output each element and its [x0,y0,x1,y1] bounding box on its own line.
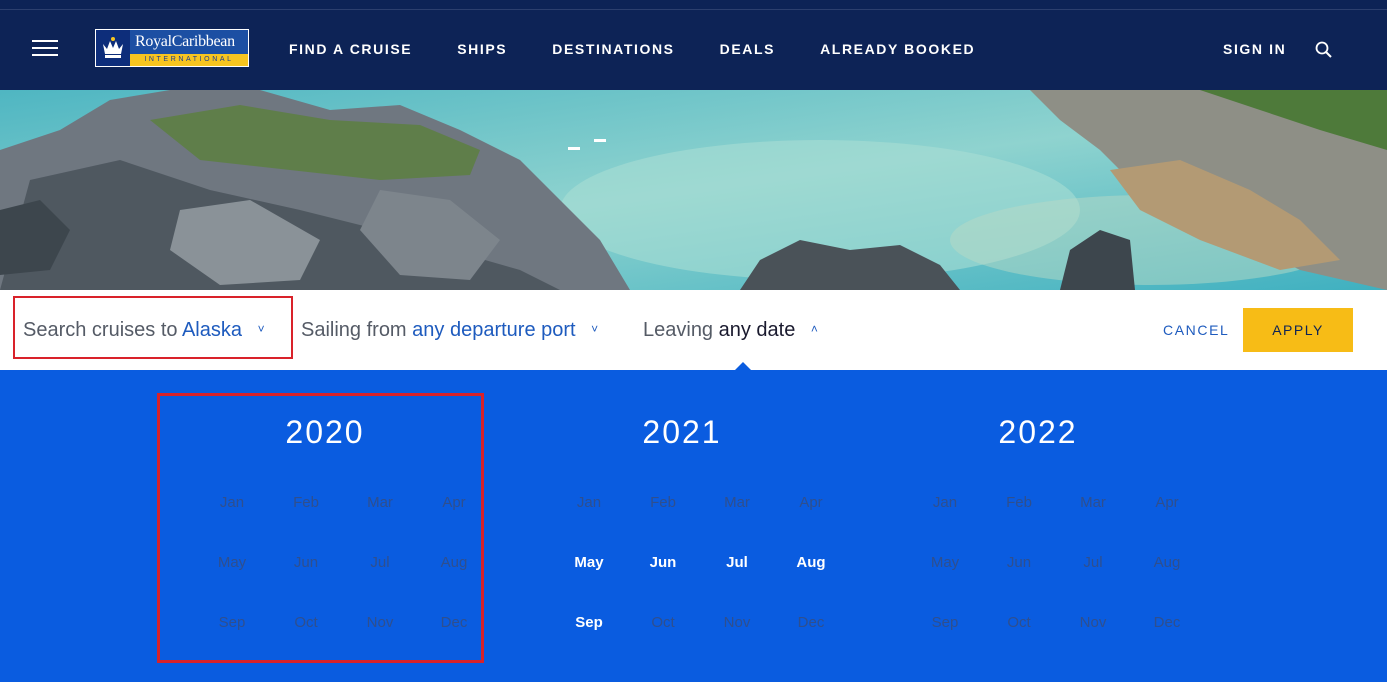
month-oct: Oct [1007,614,1031,631]
month-picker-panel: 2020 Jan Feb Mar Apr May Jun Jul Aug Sep Oct Nov De… [0,370,1387,682]
month-oct: Oct [651,614,675,631]
month-may: May [930,554,960,571]
crown-anchor-icon [96,30,130,66]
month-sep: Sep [931,614,959,631]
chevron-down-icon: ˅ [257,322,265,336]
month-sep[interactable]: Sep [552,612,626,634]
nav-deals[interactable]: DEALS [720,40,775,58]
month-jun[interactable]: Jun [626,552,700,574]
nav-find-a-cruise[interactable]: FIND A CRUISE [289,40,412,58]
month-jun: Jun [1006,554,1032,571]
cruise-search-filter-bar: Search cruises to Alaska ˅ Sailing from … [0,290,1387,370]
month-mar: Mar [1080,494,1106,511]
hamburger-menu-icon[interactable] [32,40,58,58]
month-jan: Jan [932,494,958,511]
sign-in-link[interactable]: SIGN IN [1223,40,1286,58]
nav-destinations[interactable]: DESTINATIONS [552,40,674,58]
site-header: RoyalCaribbean INTERNATIONAL FIND A CRUI… [0,0,1387,90]
month-jun: Jun [293,554,319,571]
month-jul: Jul [370,554,390,571]
year-label: 2020 [285,414,365,450]
logo-brand-text: RoyalCaribbean [130,30,248,54]
year-block-2020: 2020 Jan Feb Mar Apr May Jun Jul Aug Sep Oct Nov De… [175,370,475,682]
month-feb: Feb [293,494,319,511]
date-filter-dropdown[interactable]: Leaving any date ˄ [643,316,818,342]
month-apr: Apr [1155,494,1179,511]
chevron-up-icon: ˄ [810,322,818,336]
year-block-2022: 2022 Jan Feb Mar Apr May Jun Jul Aug Sep Oct Nov De… [888,370,1188,682]
destination-filter-prefix: Search cruises to [23,319,178,341]
destination-filter-dropdown[interactable]: Search cruises to Alaska ˅ [23,316,265,342]
month-apr: Apr [442,494,466,511]
month-jan: Jan [219,494,245,511]
logo-sub-text: INTERNATIONAL [130,54,248,66]
year-block-2021: 2021 Jan Feb Mar Apr May Jun Jul Aug Sep Oct Nov De… [532,370,832,682]
month-jan: Jan [576,494,602,511]
departure-port-filter-dropdown[interactable]: Sailing from any departure port ˅ [301,316,598,342]
month-oct: Oct [294,614,318,631]
month-feb: Feb [650,494,676,511]
date-filter-value: any date [718,319,796,341]
month-apr: Apr [799,494,823,511]
port-filter-prefix: Sailing from [301,319,407,341]
header-top-divider [0,9,1387,10]
apply-button[interactable]: APPLY [1243,308,1353,352]
royal-caribbean-logo[interactable]: RoyalCaribbean INTERNATIONAL [95,29,249,67]
date-filter-prefix: Leaving [643,319,714,341]
main-nav: FIND A CRUISE SHIPS DESTINATIONS DEALS A… [289,40,1020,58]
dropdown-pointer-caret [735,362,751,370]
month-dec: Dec [440,614,468,631]
month-nov: Nov [1079,614,1107,631]
year-label: 2022 [998,414,1078,450]
month-nov: Nov [723,614,751,631]
hero-image-coastline [0,90,1387,290]
month-mar: Mar [724,494,750,511]
month-jul: Jul [1083,554,1103,571]
month-nov: Nov [366,614,394,631]
month-may[interactable]: May [552,552,626,574]
month-aug: Aug [440,554,468,571]
month-aug[interactable]: Aug [774,552,848,574]
destination-filter-value: Alaska [181,319,242,341]
nav-already-booked[interactable]: ALREADY BOOKED [820,40,975,58]
month-feb: Feb [1006,494,1032,511]
month-mar: Mar [367,494,393,511]
month-dec: Dec [1153,614,1181,631]
month-aug: Aug [1153,554,1181,571]
month-may: May [217,554,247,571]
month-dec: Dec [797,614,825,631]
month-jul[interactable]: Jul [700,552,774,574]
nav-ships[interactable]: SHIPS [457,40,507,58]
chevron-down-icon: ˅ [591,322,599,336]
port-filter-value: any departure port [412,319,576,341]
search-icon[interactable] [1314,40,1334,60]
cancel-button[interactable]: CANCEL [1163,321,1229,339]
month-sep: Sep [218,614,246,631]
year-label: 2021 [642,414,722,450]
